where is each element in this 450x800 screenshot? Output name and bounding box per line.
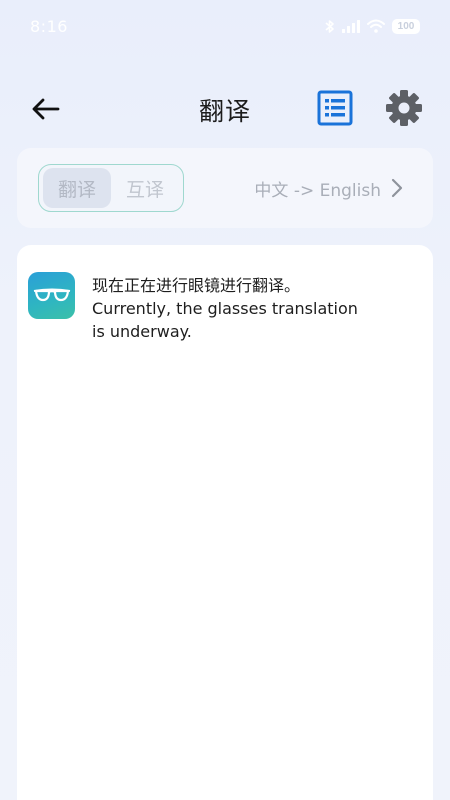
glasses-icon <box>28 272 75 319</box>
translated-text-line-2: is underway. <box>92 322 192 341</box>
tab-translate[interactable]: 翻译 <box>43 168 111 208</box>
status-bar: 8:16 100 <box>0 0 450 52</box>
signal-icon <box>342 19 360 33</box>
language-selector[interactable]: 中文 -> English <box>254 174 403 202</box>
wifi-icon <box>367 19 385 33</box>
bluetooth-icon <box>325 19 335 34</box>
mode-bar: 翻译 互译 中文 -> English <box>17 148 433 228</box>
status-icons: 100 <box>325 18 420 34</box>
screen: 8:16 100 翻译 翻译 互译 中文 -> English 现在正在进行眼镜… <box>0 0 450 800</box>
language-pair-label: 中文 -> English <box>254 180 381 201</box>
mode-segmented-control: 翻译 互译 <box>38 164 184 212</box>
page-title: 翻译 <box>198 97 251 126</box>
gear-icon <box>386 90 422 126</box>
message-text: 现在正在进行眼镜进行翻译。 Currently, the glasses tra… <box>92 274 372 343</box>
tab-interpret[interactable]: 互译 <box>111 168 179 208</box>
settings-button[interactable] <box>385 89 423 127</box>
translation-panel: 现在正在进行眼镜进行翻译。 Currently, the glasses tra… <box>17 245 433 800</box>
translated-text-line-1: Currently, the glasses translation <box>92 299 358 318</box>
original-text: 现在正在进行眼镜进行翻译。 <box>92 276 301 295</box>
list-icon <box>317 90 353 126</box>
history-list-button[interactable] <box>317 90 353 126</box>
battery-icon: 100 <box>392 18 420 34</box>
message-item: 现在正在进行眼镜进行翻译。 Currently, the glasses tra… <box>28 272 372 343</box>
header: 翻译 <box>0 80 450 136</box>
status-time: 8:16 <box>30 16 68 36</box>
chevron-right-icon <box>391 178 403 198</box>
